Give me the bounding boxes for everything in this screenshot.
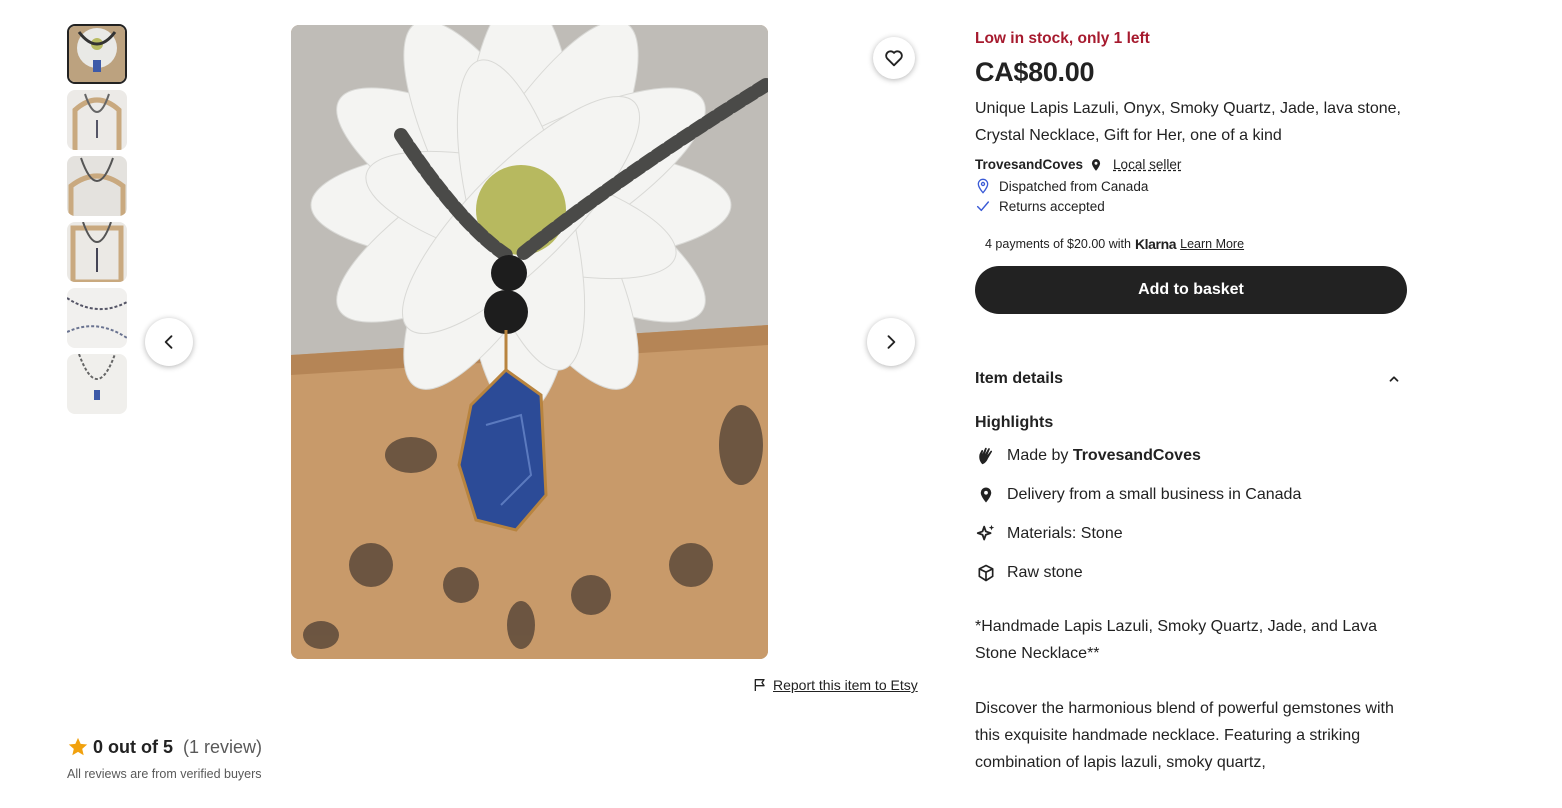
thumbnail-image <box>67 156 127 216</box>
location-pin-icon <box>980 487 992 503</box>
chevron-left-icon <box>164 335 173 349</box>
raw-stone-text: Raw stone <box>1007 564 1083 581</box>
thumbnail-1[interactable] <box>67 24 127 84</box>
thumbnail-3[interactable] <box>67 156 127 216</box>
thumbnail-image <box>67 90 127 150</box>
product-title: Unique Lapis Lazuli, Onyx, Smoky Quartz,… <box>975 100 1401 144</box>
heart-icon <box>885 50 903 67</box>
sparkle-icon <box>976 524 995 541</box>
hand-icon <box>979 447 993 465</box>
local-seller-link[interactable]: Local seller <box>1113 157 1181 172</box>
description-heading: *Handmade Lapis Lazuli, Smoky Quartz, Ja… <box>975 618 1378 662</box>
klarna-learn-more-link[interactable]: Learn More <box>1180 237 1244 251</box>
chevron-right-icon <box>887 335 896 349</box>
klarna-logo: Klarna <box>1134 236 1177 252</box>
materials-text: Materials: Stone <box>1007 525 1123 542</box>
delivery-text: Delivery from a small business in Canada <box>1007 486 1302 503</box>
highlight-raw-stone: Raw stone <box>975 561 1407 585</box>
item-details-heading: Item details <box>975 370 1064 387</box>
thumbnail-2[interactable] <box>67 90 127 150</box>
highlight-materials: Materials: Stone <box>975 522 1407 546</box>
thumbnail-6[interactable] <box>67 354 127 414</box>
favorite-button[interactable] <box>873 37 915 79</box>
star-icon <box>68 737 88 756</box>
klarna-payment-info: 4 payments of $20.00 with Klarna Learn M… <box>975 236 1407 252</box>
flag-icon <box>754 679 765 691</box>
seller-row: TrovesandCoves Local seller <box>975 157 1407 172</box>
previous-image-button[interactable] <box>145 318 193 366</box>
returns-text: Returns accepted <box>999 198 1105 214</box>
product-photo <box>291 25 768 659</box>
report-item-text: Report this item to Etsy <box>773 677 918 693</box>
thumbnail-image <box>69 26 125 82</box>
item-details-toggle[interactable]: Item details <box>975 370 1407 388</box>
highlight-made-by: Made by TrovesandCoves <box>975 444 1407 468</box>
chevron-up-icon <box>1389 376 1399 382</box>
returns-info: Returns accepted <box>975 198 1407 214</box>
dispatch-info: Dispatched from Canada <box>975 178 1407 194</box>
seller-name[interactable]: TrovesandCoves <box>975 157 1083 172</box>
price: CA$80.00 <box>975 57 1095 87</box>
highlight-delivery: Delivery from a small business in Canada <box>975 483 1407 507</box>
thumbnail-4[interactable] <box>67 222 127 282</box>
thumbnail-image <box>67 222 127 282</box>
highlights-heading: Highlights <box>975 414 1054 431</box>
report-item-link[interactable]: Report this item to Etsy <box>752 677 918 693</box>
thumbnail-image <box>67 288 127 348</box>
dispatch-text: Dispatched from Canada <box>999 178 1149 194</box>
review-summary: 0 out of 5 (1 review) <box>67 736 262 758</box>
description-body: Discover the harmonious blend of powerfu… <box>975 700 1394 771</box>
add-to-basket-button[interactable]: Add to basket <box>975 266 1407 314</box>
verified-buyers-note: All reviews are from verified buyers <box>67 767 262 781</box>
thumbnail-list <box>67 24 127 420</box>
main-product-image <box>291 25 768 659</box>
made-by-prefix: Made by <box>1007 447 1073 464</box>
thumbnail-5[interactable] <box>67 288 127 348</box>
location-pin-icon <box>1091 158 1101 171</box>
review-count[interactable]: (1 review) <box>183 737 262 758</box>
stone-icon <box>978 564 994 582</box>
klarna-text: 4 payments of $20.00 with <box>985 237 1131 251</box>
thumbnail-image <box>67 354 127 414</box>
location-outline-icon <box>977 178 989 194</box>
next-image-button[interactable] <box>867 318 915 366</box>
checkmark-icon <box>976 201 990 212</box>
made-by-seller-link[interactable]: TrovesandCoves <box>1073 447 1201 464</box>
stock-status: Low in stock, only 1 left <box>975 30 1150 47</box>
product-info-panel: Low in stock, only 1 left CA$80.00 Uniqu… <box>975 28 1407 776</box>
rating-score: 0 out of 5 <box>93 736 173 757</box>
